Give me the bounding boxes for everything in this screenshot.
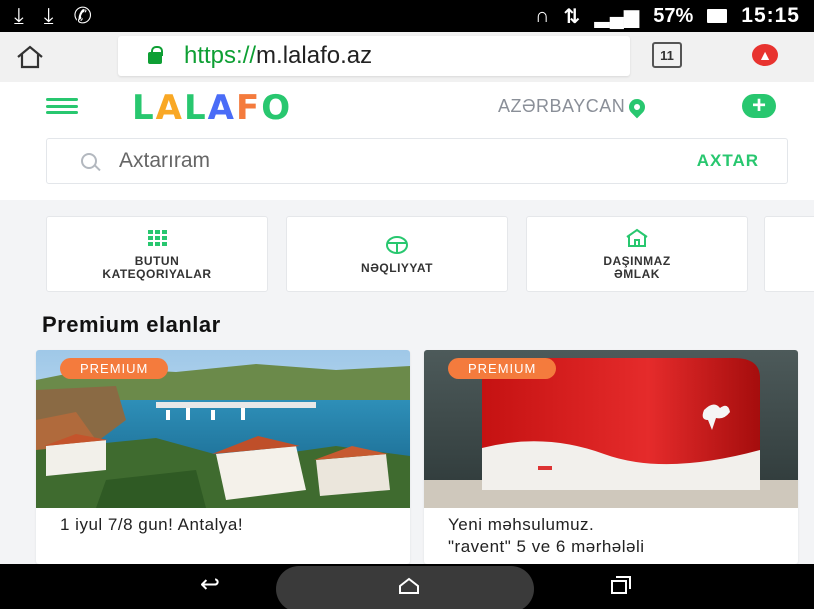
add-listing-button[interactable]: + xyxy=(742,94,776,118)
clock: 15:15 xyxy=(741,4,800,27)
premium-badge: PREMIUM xyxy=(60,358,169,379)
url-host: m.lalafo.az xyxy=(256,42,373,69)
battery-percent: 57% xyxy=(653,4,694,27)
home-icon xyxy=(17,45,43,69)
battery-icon xyxy=(707,9,728,23)
grid-icon xyxy=(147,227,167,249)
house-icon xyxy=(625,227,649,249)
tabs-button[interactable]: 11 xyxy=(652,42,682,68)
logo-letter: F xyxy=(236,88,262,128)
search-box: AXTAR xyxy=(46,138,788,184)
listing-card[interactable]: PREMIUM 1 iyul 7/8 gun! Antalya! xyxy=(36,350,410,564)
logo-letter: A xyxy=(155,88,184,128)
section-title: Premium elanlar xyxy=(42,312,221,337)
logo-letter: L xyxy=(132,88,156,128)
region-label: AZƏRBAYCAN xyxy=(498,96,626,116)
category-label: NƏQLIYYAT xyxy=(361,260,433,275)
whatsapp-icon: ✆ xyxy=(73,3,92,28)
logo[interactable]: LALAFO xyxy=(132,88,292,128)
category-transport[interactable]: NƏQLIYYAT xyxy=(286,216,508,292)
category-strip: BUTUN KATEQORIYALAR NƏQLIYYAT DAŞINMAZ Ə… xyxy=(0,216,814,292)
plus-icon: + xyxy=(751,92,766,119)
screen: ⤓ ⤓ ✆ ∩ ⇅ ▂▄▆ 57% 15:15 https:// m.lalaf… xyxy=(0,0,814,609)
category-label: BUTUN KATEQORIYALAR xyxy=(102,254,212,281)
listing-card[interactable]: PREMIUM Yeni məhsulumuz. "ravent" 5 ve 6… xyxy=(424,350,798,564)
browser-menu-button[interactable]: ▲ xyxy=(752,44,778,66)
listing-title: 1 iyul 7/8 gun! Antalya! xyxy=(60,515,244,534)
signal-icon: ▂▄▆ xyxy=(594,5,640,28)
logo-letter: O xyxy=(261,88,293,128)
steering-wheel-icon xyxy=(385,234,409,256)
arrow-up-icon: ▲ xyxy=(758,47,772,63)
browser-home-button[interactable] xyxy=(0,44,60,70)
site-header: LALAFO AZƏRBAYCAN + AXTAR xyxy=(0,82,814,200)
logo-letter: L xyxy=(184,88,208,128)
menu-icon[interactable] xyxy=(46,98,78,114)
recent-apps-icon[interactable] xyxy=(610,574,632,602)
status-indicators: ∩ ⇅ ▂▄▆ 57% 15:15 xyxy=(535,4,800,29)
search-icon xyxy=(81,153,97,169)
category-all[interactable]: BUTUN KATEQORIYALAR xyxy=(46,216,268,292)
home-icon[interactable] xyxy=(398,574,420,602)
listing-title: Yeni məhsulumuz. "ravent" 5 ve 6 mərhələ… xyxy=(448,515,645,556)
lock-icon xyxy=(148,46,163,64)
location-pin-icon xyxy=(625,95,649,118)
category-real-estate[interactable]: DAŞINMAZ ƏMLAK xyxy=(526,216,748,292)
category-more[interactable] xyxy=(764,216,814,292)
back-icon[interactable]: ↩ xyxy=(200,570,220,599)
category-label: DAŞINMAZ ƏMLAK xyxy=(603,254,671,281)
search-input[interactable] xyxy=(119,149,639,173)
download-done-icon: ⤓ xyxy=(14,3,24,28)
data-transfer-icon: ⇅ xyxy=(563,5,581,28)
status-bar: ⤓ ⤓ ✆ ∩ ⇅ ▂▄▆ 57% 15:15 xyxy=(0,0,814,32)
logo-letter: A xyxy=(207,88,236,128)
android-nav-bar: ↩ xyxy=(0,564,814,609)
download-done-icon: ⤓ xyxy=(43,3,54,28)
headphones-icon: ∩ xyxy=(535,4,550,27)
url-scheme: https:// xyxy=(184,42,257,69)
premium-badge: PREMIUM xyxy=(448,358,557,379)
region-selector[interactable]: AZƏRBAYCAN xyxy=(498,95,649,118)
search-button[interactable]: AXTAR xyxy=(697,151,759,171)
status-notifications: ⤓ ⤓ ✆ xyxy=(14,3,92,29)
browser-toolbar: https:// m.lalafo.az 11 ▲ xyxy=(0,32,814,82)
address-bar[interactable]: https:// m.lalafo.az xyxy=(118,36,630,76)
